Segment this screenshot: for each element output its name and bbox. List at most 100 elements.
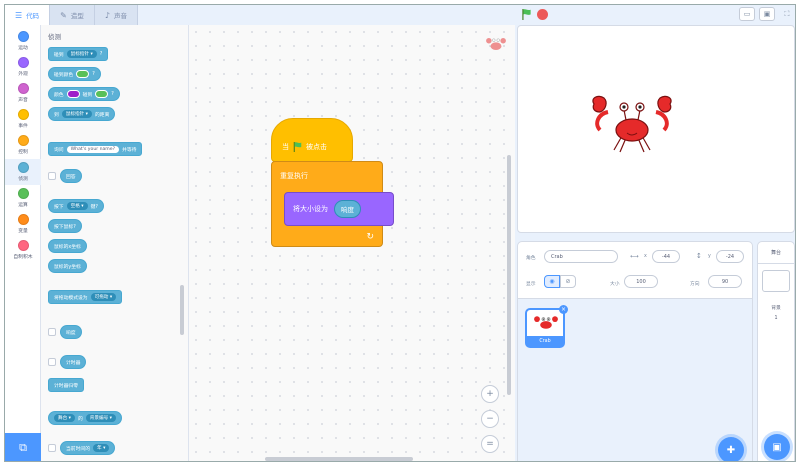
forever-block[interactable]: 重复执行 将大小设为 响度 ↻	[271, 161, 394, 247]
green-flag-button[interactable]	[521, 9, 532, 20]
crab-sprite[interactable]	[590, 94, 674, 154]
fullscreen-button[interactable]: ⛶	[779, 7, 795, 21]
block-timer[interactable]: 计时器	[60, 355, 87, 369]
zoom-in-button[interactable]: +	[481, 385, 499, 403]
large-stage-button[interactable]: ▣	[759, 7, 775, 21]
stage-target-panel[interactable]: 舞台 背景 1 ▣	[757, 241, 795, 461]
category-looks[interactable]: 外观	[5, 57, 41, 77]
set-size-label: 将大小设为	[293, 205, 328, 213]
block-mouse-down[interactable]: 按下鼠标?	[48, 219, 82, 233]
block-label: 响度	[66, 330, 76, 336]
y-arrows-icon: ↕	[696, 252, 702, 260]
block-color-touching-color[interactable]: 颜色 碰到 ?	[48, 87, 120, 101]
color-swatch[interactable]	[95, 90, 109, 98]
category-sensing[interactable]: 侦测	[5, 159, 41, 185]
block-current[interactable]: 当前时间的 年 ▾	[60, 441, 116, 455]
zoom-reset-button[interactable]: =	[481, 435, 499, 453]
dropdown-value: 可拖动	[94, 295, 109, 300]
when-flag-clicked-block[interactable]: 当 被点击	[271, 118, 353, 162]
block-key-pressed[interactable]: 按下 空格 ▾ 键?	[48, 199, 104, 213]
block-label: 到	[54, 112, 59, 118]
block-reset-timer[interactable]: 计时器归零	[48, 378, 84, 392]
timer-checkbox[interactable]	[48, 358, 56, 366]
block-set-drag-mode[interactable]: 将拖动模式设为 可拖动 ▾	[48, 290, 123, 304]
current-dropdown[interactable]: 年 ▾	[93, 444, 110, 452]
block-suffix: 的距离	[94, 112, 110, 118]
current-checkbox[interactable]	[48, 444, 56, 452]
small-stage-button[interactable]: ▭	[739, 7, 755, 21]
block-touching[interactable]: 碰到 鼠标指针 ▾ ?	[48, 47, 109, 61]
delete-sprite-button[interactable]: ×	[559, 305, 568, 314]
block-answer[interactable]: 回答	[60, 169, 82, 183]
category-sensing-label: 侦测	[18, 177, 28, 182]
block-loudness[interactable]: 响度	[60, 325, 82, 339]
tab-code[interactable]: ☰ 代码	[5, 5, 51, 25]
block-suffix: 键?	[90, 204, 98, 210]
category-operators[interactable]: 运算	[5, 188, 41, 208]
motion-dot-icon	[17, 31, 29, 42]
block-mouse-y[interactable]: 鼠标的y坐标	[48, 259, 87, 273]
ask-input[interactable]: What's your name?	[66, 145, 120, 153]
of-property-dropdown[interactable]: 背景编号 ▾	[85, 414, 116, 422]
category-events[interactable]: 事件	[5, 109, 41, 129]
script-vertical-scrollbar[interactable]	[507, 155, 511, 395]
category-sound[interactable]: 声音	[5, 83, 41, 103]
loudness-reporter[interactable]: 响度	[334, 200, 361, 218]
sprite-name-input[interactable]: Crab	[544, 250, 618, 263]
sprite-tile-crab[interactable]: Crab ×	[525, 305, 568, 348]
drag-mode-dropdown[interactable]: 可拖动 ▾	[90, 293, 117, 301]
loudness-checkbox[interactable]	[48, 328, 56, 336]
color-swatch[interactable]	[76, 70, 90, 78]
block-suffix: ?	[92, 71, 95, 77]
block-palette: 侦测 碰到 鼠标指针 ▾ ? 碰到颜色 ? 颜色 碰到 ? 到 鼠标指针 ▾ 的…	[41, 25, 189, 461]
category-variables-label: 变量	[18, 229, 28, 234]
touching-dropdown[interactable]: 鼠标指针 ▾	[66, 50, 97, 58]
sound-icon: ♪	[104, 10, 110, 20]
palette-scrollbar[interactable]	[180, 285, 184, 335]
category-events-label: 事件	[18, 124, 28, 129]
block-mouse-x[interactable]: 鼠标的x坐标	[48, 239, 87, 253]
zoom-out-button[interactable]: −	[481, 410, 499, 428]
key-dropdown[interactable]: 空格 ▾	[66, 202, 88, 210]
script-horizontal-scrollbar[interactable]	[265, 457, 413, 461]
stage-panel-title: 舞台	[758, 242, 794, 264]
block-label: 鼠标的y坐标	[54, 264, 81, 270]
distance-dropdown[interactable]: 鼠标指针 ▾	[61, 110, 92, 118]
dropdown-value: 鼠标指针	[70, 52, 89, 57]
direction-input[interactable]: 90	[708, 275, 742, 288]
script-area[interactable]: 当 被点击 重复执行 将大小设为 响度 ↻ + − =	[189, 25, 515, 461]
answer-checkbox[interactable]	[48, 172, 56, 180]
block-ask-and-wait[interactable]: 询问 What's your name? 并等待	[48, 142, 143, 156]
block-distance-to[interactable]: 到 鼠标指针 ▾ 的距离	[48, 107, 116, 121]
stop-button[interactable]	[537, 9, 548, 20]
category-control[interactable]: 控制	[5, 135, 41, 155]
add-sprite-button[interactable]: ✚	[718, 437, 744, 461]
color-swatch[interactable]	[66, 90, 80, 98]
sound-dot-icon	[17, 83, 29, 94]
add-extension-button[interactable]: ⧉	[5, 433, 41, 461]
add-backdrop-button[interactable]: ▣	[764, 434, 790, 460]
y-input[interactable]: -24	[716, 250, 744, 263]
tab-costumes[interactable]: ✎ 造型	[50, 5, 95, 25]
show-label: 显示	[526, 282, 536, 287]
set-size-block[interactable]: 将大小设为 响度	[284, 192, 394, 226]
size-input[interactable]: 100	[624, 275, 658, 288]
hat-label-when: 当	[282, 143, 289, 151]
of-object-dropdown[interactable]: 舞台 ▾	[54, 414, 75, 422]
block-touching-color[interactable]: 碰到颜色 ?	[48, 67, 101, 81]
stage-canvas[interactable]	[517, 25, 795, 233]
block-label: 将拖动模式设为	[54, 295, 88, 301]
code-icon: ☰	[15, 10, 23, 20]
category-sound-label: 声音	[18, 98, 28, 103]
category-variables[interactable]: 变量	[5, 214, 41, 234]
crab-sprite-watermark-icon	[486, 37, 506, 51]
tab-sounds[interactable]: ♪ 声音	[94, 5, 138, 25]
category-my-blocks[interactable]: 自制积木	[5, 240, 41, 260]
x-input[interactable]: -44	[652, 250, 680, 263]
control-dot-icon	[17, 135, 29, 146]
category-motion[interactable]: 运动	[5, 31, 41, 51]
hide-button[interactable]: ⊘	[560, 275, 576, 288]
sprite-tile-name: Crab	[527, 336, 563, 346]
show-visible-button[interactable]: ◉	[544, 275, 560, 288]
block-of[interactable]: 舞台 ▾ 的 背景编号 ▾	[48, 411, 122, 425]
